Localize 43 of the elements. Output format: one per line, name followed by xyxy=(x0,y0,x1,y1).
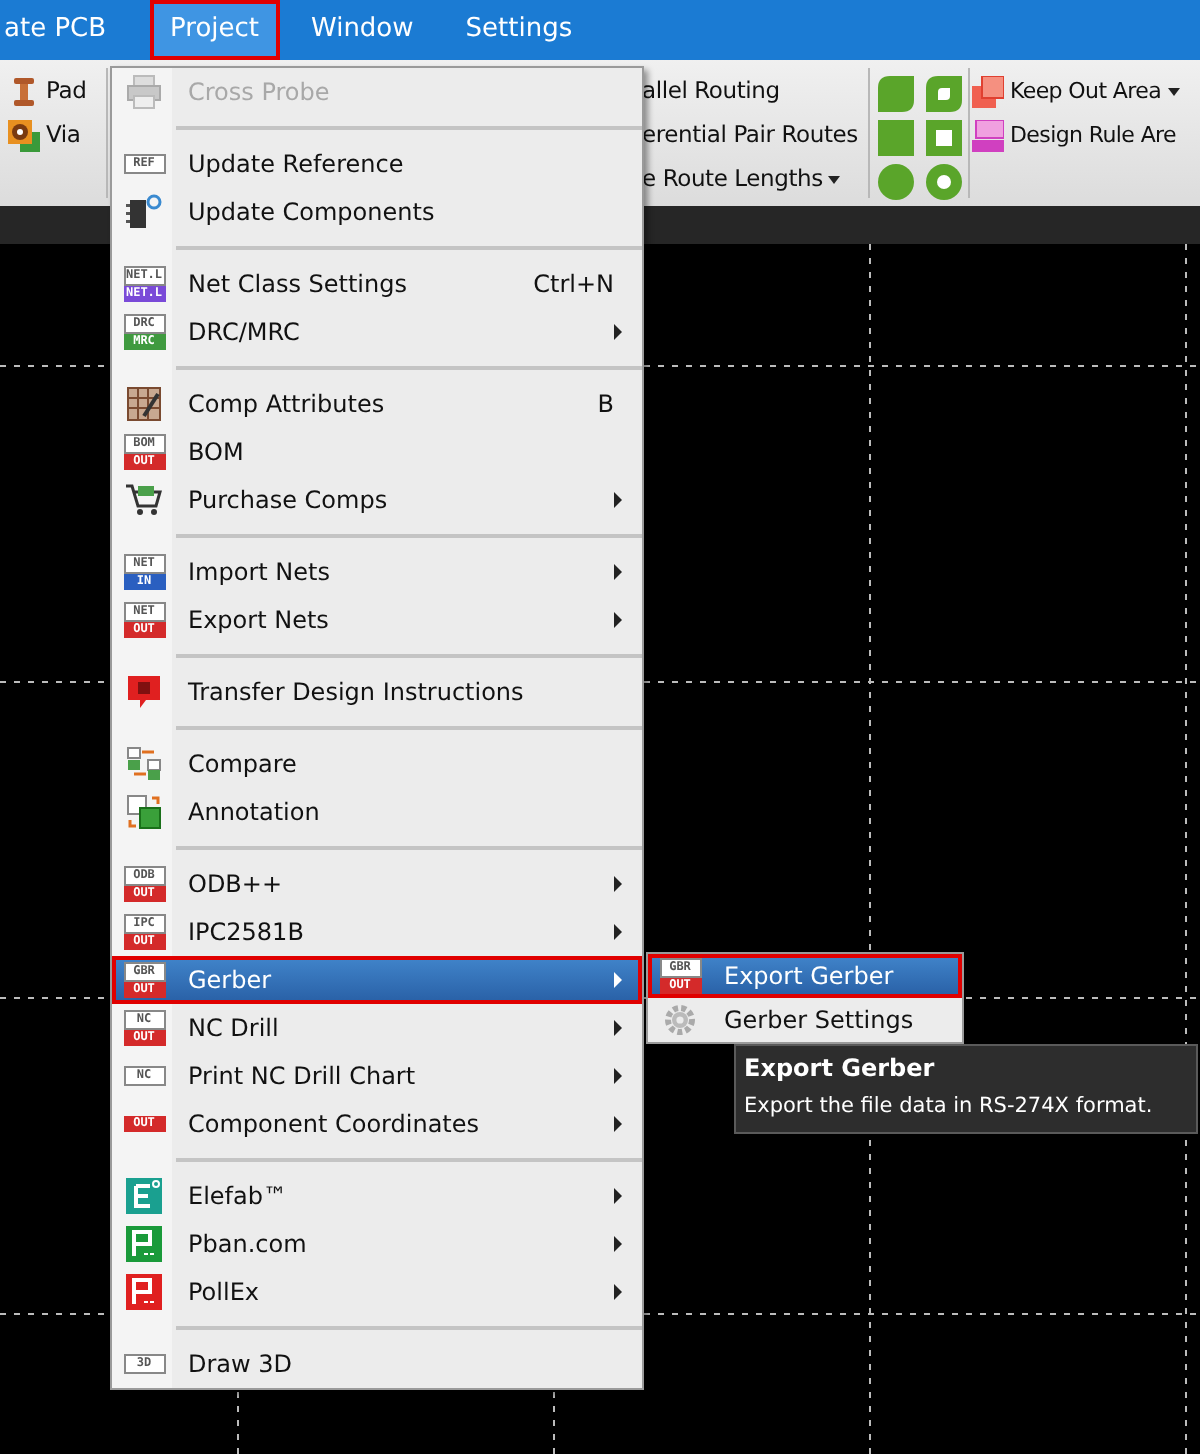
square-shape-icon xyxy=(878,120,914,156)
letter-logo-icon xyxy=(126,1178,162,1214)
menu-item[interactable]: Gerber Settings xyxy=(648,998,962,1042)
speech-bubble-icon xyxy=(126,674,162,710)
table-icon xyxy=(126,386,162,422)
hollow-rounded-shape-icon xyxy=(926,76,962,112)
letter-logo-icon xyxy=(126,1226,162,1262)
toolbar-button-label[interactable]: Pad xyxy=(46,74,87,110)
rule-area-icon xyxy=(972,120,1004,152)
ring-shape-icon xyxy=(926,164,962,200)
menu-item[interactable]: Comp Attributes B xyxy=(112,380,642,428)
menu-item[interactable]: PollEx xyxy=(112,1268,642,1316)
menu-bar-item[interactable]: Settings xyxy=(445,0,593,60)
tooltip-title: Export Gerber xyxy=(744,1052,937,1084)
gear-icon xyxy=(664,1004,696,1036)
rounded-shape-icon xyxy=(878,76,914,112)
tooltip-text: Export the file data in RS-274X format. xyxy=(744,1092,1153,1122)
letter-logo-icon xyxy=(126,1274,162,1310)
toolbar-button-label[interactable]: Via xyxy=(46,118,81,154)
spool-icon xyxy=(8,76,40,108)
toolbar-button-label[interactable]: Keep Out Area xyxy=(1010,75,1162,109)
circle-shape-icon xyxy=(878,164,914,200)
hollow-square-icon xyxy=(926,120,962,156)
toolbar-button-label[interactable]: e Route Lengths xyxy=(642,162,823,198)
cart-icon xyxy=(126,482,162,518)
compare-icon xyxy=(126,746,162,782)
menu-item[interactable]: Pban.com xyxy=(112,1220,642,1268)
keep-out-icon xyxy=(972,76,1004,108)
toolbar-button-label[interactable]: allel Routing xyxy=(642,74,780,110)
toolbar-button-label[interactable]: Design Rule Are xyxy=(1010,119,1176,153)
menu-bar-item[interactable]: ate PCB xyxy=(0,0,127,60)
menu-item[interactable]: Transfer Design Instructions xyxy=(112,668,642,716)
chip-icon xyxy=(126,194,162,230)
menu-item[interactable]: Compare xyxy=(112,740,642,788)
menu-bar-item[interactable]: Window xyxy=(291,0,434,60)
via-icon xyxy=(8,120,40,152)
menu-item[interactable]: Purchase Comps xyxy=(112,476,642,524)
annotation-icon xyxy=(126,794,162,830)
toolbar-button-label[interactable]: erential Pair Routes xyxy=(642,118,858,154)
menu-item[interactable]: Annotation xyxy=(112,788,642,836)
printer-icon xyxy=(126,74,162,110)
menu-item[interactable]: Elefab™ xyxy=(112,1172,642,1220)
menu-item[interactable]: Update Components xyxy=(112,188,642,236)
